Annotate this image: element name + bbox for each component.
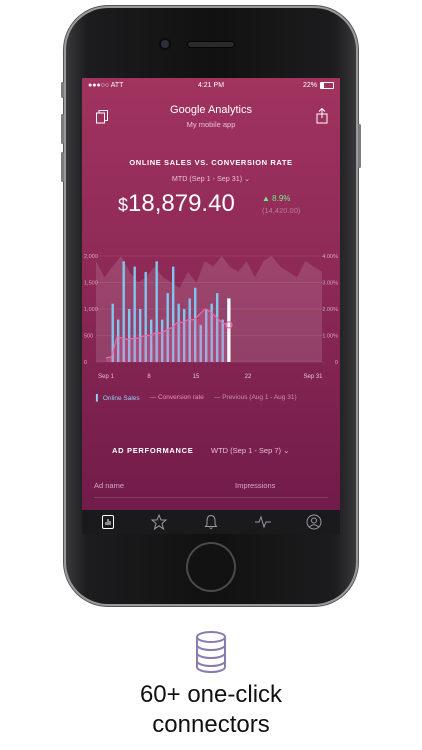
y-tick-right: 1.00% <box>322 334 338 340</box>
battery-icon <box>320 82 334 89</box>
battery-status: 22% <box>303 82 334 89</box>
earpiece-speaker <box>188 42 234 47</box>
arrow-up-icon: ▲ <box>262 194 273 203</box>
database-stack-icon <box>196 631 226 674</box>
tab-profile[interactable] <box>306 514 322 530</box>
current-day-bar <box>227 298 231 362</box>
front-camera <box>161 40 169 48</box>
promo-caption: 60+ one-click connectors <box>0 680 422 740</box>
ad-date-label: WTD (Sep 1 - Sep 7) <box>211 446 282 455</box>
status-bar: ●●●○○ ATT 4:21 PM 22% <box>82 81 340 93</box>
promo-line-1: 60+ one-click <box>139 681 283 708</box>
table-divider <box>94 497 328 498</box>
phone-frame: ●●●○○ ATT 4:21 PM 22% Google Analytics M… <box>61 6 361 606</box>
previous-value: (14,420.00) <box>262 206 301 215</box>
y-tick-left: 1,500 <box>84 281 98 287</box>
battery-percent: 22% <box>302 82 317 89</box>
date-range-label: MTD (Sep 1 - Sep 31) <box>171 174 243 183</box>
y-tick-right: 2.00% <box>322 307 338 313</box>
y-tick-left: 1,000 <box>84 307 98 313</box>
app-subtitle: My mobile app <box>186 120 236 129</box>
column-header-ad-name: Ad name <box>94 481 125 490</box>
chevron-down-icon: ⌄ <box>283 446 290 455</box>
y-tick-left: 0 <box>84 360 87 366</box>
change-badge: ▲ 8.9% <box>262 194 290 203</box>
tab-alerts[interactable] <box>203 514 219 530</box>
app-title: Google Analytics <box>170 104 252 116</box>
status-time: 4:21 PM <box>197 82 225 89</box>
x-tick: 8 <box>147 374 151 380</box>
sales-value: 18,879.40 <box>128 190 235 217</box>
bell-icon <box>204 514 218 529</box>
x-tick: Sep 1 <box>98 374 114 380</box>
legend-online-sales: ▍ Online Sales <box>96 395 140 402</box>
ad-date-dropdown[interactable]: WTD (Sep 1 - Sep 7) ⌄ <box>211 446 289 455</box>
x-tick: Sep 31 <box>303 374 323 380</box>
legend-previous: — Previous (Aug 1 - Aug 31) <box>213 394 297 401</box>
y-tick-right: 3.00% <box>322 281 338 287</box>
reports-icon <box>101 515 114 529</box>
tab-reports[interactable] <box>100 514 116 530</box>
legend-conversion-rate: — Conversion rate <box>149 394 204 401</box>
column-header-impressions: Impressions <box>235 481 276 490</box>
ad-performance-title: AD PERFORMANCE <box>112 446 194 455</box>
tab-favorites[interactable] <box>151 514 168 530</box>
promo-line-2: connectors <box>152 711 270 738</box>
report-title: ONLINE SALES VS. CONVERSION RATE <box>129 158 293 167</box>
y-tick-right: 0 <box>335 360 338 366</box>
profile-icon <box>306 514 322 530</box>
chart-legend: ▍ Online Sales — Conversion rate — Previ… <box>96 394 330 402</box>
share-icon[interactable] <box>316 108 328 124</box>
change-value: 8.9% <box>272 194 291 203</box>
chevron-down-icon: ⌄ <box>244 174 251 183</box>
app-screen: ●●●○○ ATT 4:21 PM 22% Google Analytics M… <box>82 78 340 534</box>
activity-icon <box>254 515 271 529</box>
star-icon <box>151 514 168 530</box>
y-tick-left: 500 <box>84 334 93 340</box>
home-button[interactable] <box>188 544 234 590</box>
date-range-dropdown[interactable]: MTD (Sep 1 - Sep 31) ⌄ <box>82 174 340 183</box>
tab-bar <box>82 510 340 534</box>
y-tick-right: 4.00% <box>322 254 338 260</box>
tab-activity[interactable] <box>254 514 271 530</box>
sales-conversion-chart: 2,000 4.00% 1,500 3.00% 1,000 2.00% 500 1.00% 0 0… <box>84 254 338 380</box>
y-tick-left: 2,000 <box>84 254 98 260</box>
sales-total: $18,879.40 <box>118 190 235 218</box>
x-tick: 15 <box>193 374 200 380</box>
currency-symbol: $ <box>118 195 129 215</box>
x-tick: 22 <box>245 374 252 380</box>
